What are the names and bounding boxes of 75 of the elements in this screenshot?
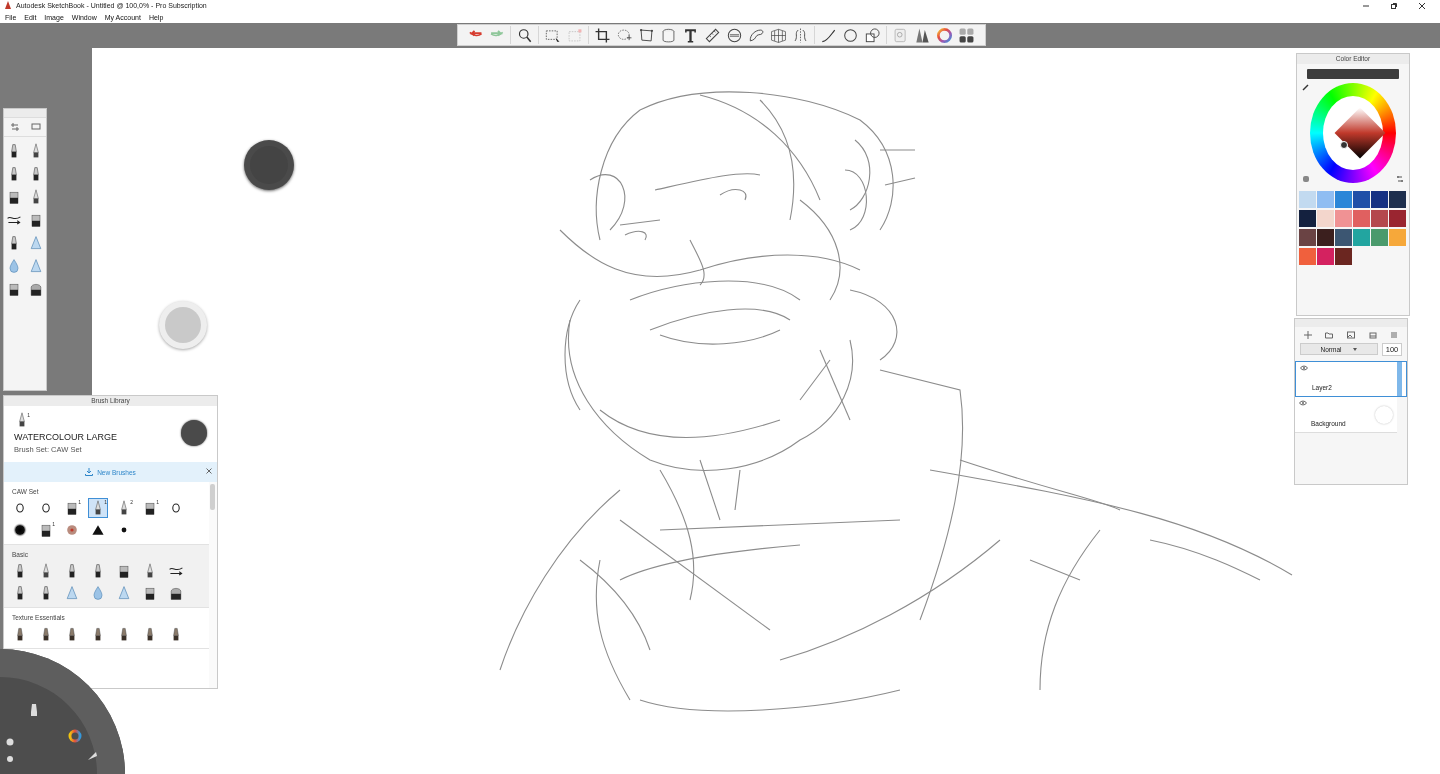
eye-icon[interactable] [1299, 400, 1307, 406]
curve-guide-icon[interactable] [748, 26, 765, 44]
color-swatch[interactable] [1371, 191, 1388, 208]
color-swatch[interactable] [1299, 191, 1316, 208]
cone-brush-icon [28, 235, 44, 251]
download-icon [85, 468, 94, 476]
close-icon[interactable] [1418, 1, 1426, 10]
block-brush-icon [142, 585, 158, 601]
color-swatch[interactable] [1335, 229, 1352, 246]
color-swatch[interactable] [1335, 210, 1352, 227]
text-tool-icon[interactable] [682, 26, 699, 44]
search-icon[interactable] [516, 26, 533, 44]
eyedropper-icon[interactable] [1302, 83, 1310, 91]
drop-brush-icon [6, 258, 22, 274]
color-swatch[interactable] [1389, 229, 1406, 246]
brush-tile[interactable] [10, 520, 30, 540]
color-swatch[interactable] [1389, 210, 1406, 227]
block-brush-icon [64, 500, 80, 516]
color-swatch[interactable] [1299, 248, 1316, 265]
color-swatch[interactable] [1299, 210, 1316, 227]
symmetry-icon[interactable] [792, 26, 809, 44]
cone-brush-icon [116, 585, 132, 601]
swap-icon[interactable] [1396, 175, 1404, 183]
shapes-icon[interactable] [864, 26, 881, 44]
cone-brush-icon [64, 585, 80, 601]
color-swatch[interactable] [1317, 210, 1334, 227]
swap-icon[interactable] [9, 122, 20, 132]
block-brush-icon [28, 212, 44, 228]
ruler-icon[interactable] [704, 26, 721, 44]
scrollbar-thumb[interactable] [210, 484, 215, 510]
brush-list-icon[interactable] [30, 122, 41, 132]
block-brush-icon [142, 500, 158, 516]
cone-brush-icon [28, 258, 44, 274]
merge-icon[interactable] [1368, 331, 1377, 339]
color-swatch[interactable] [1317, 229, 1334, 246]
brush-preview [181, 420, 207, 446]
swatches-icon[interactable] [958, 26, 975, 44]
restore-icon[interactable] [1390, 1, 1398, 10]
eye-icon[interactable] [1300, 365, 1308, 371]
color-wheel-icon[interactable] [68, 729, 82, 743]
sphere-brush-icon [64, 522, 80, 538]
eraser-brush-icon [28, 281, 44, 297]
color-swatch[interactable] [1317, 191, 1334, 208]
blur-brush-icon [12, 522, 28, 538]
block-brush-icon [6, 189, 22, 205]
color-swatch[interactable] [1335, 191, 1352, 208]
folder-icon[interactable] [1325, 331, 1334, 339]
brush-name: WATERCOLOUR LARGE [14, 432, 117, 442]
color-wheel-icon[interactable] [936, 26, 953, 44]
pen-tool-icon[interactable] [28, 703, 40, 717]
color-swatch[interactable] [1353, 191, 1370, 208]
color-swatch[interactable] [1353, 210, 1370, 227]
color-swatch[interactable] [1371, 229, 1388, 246]
color-swatch[interactable] [1335, 248, 1352, 265]
block-brush-icon [116, 563, 132, 579]
ellipse-guide-icon[interactable] [726, 26, 743, 44]
color-swatch[interactable] [1299, 229, 1316, 246]
color-swatch[interactable] [1371, 210, 1388, 227]
color-swatch[interactable] [1353, 229, 1370, 246]
transform-icon[interactable] [638, 26, 655, 44]
block-brush-icon [38, 522, 54, 538]
dot-icon[interactable] [6, 755, 14, 763]
brushes-icon[interactable] [914, 26, 931, 44]
drop-brush-icon [90, 585, 106, 601]
color-swatch[interactable] [1389, 191, 1406, 208]
caret-icon [1353, 347, 1358, 351]
add-layer-icon[interactable] [1303, 331, 1312, 339]
circle-icon[interactable] [842, 26, 859, 44]
perspective-icon[interactable] [770, 26, 787, 44]
eraser-brush-icon [168, 585, 184, 601]
image-icon[interactable] [1347, 331, 1355, 339]
color-swatch[interactable] [1317, 248, 1334, 265]
crop-icon[interactable] [594, 26, 611, 44]
block-brush-icon [6, 281, 22, 297]
app-logo-icon [4, 1, 12, 10]
